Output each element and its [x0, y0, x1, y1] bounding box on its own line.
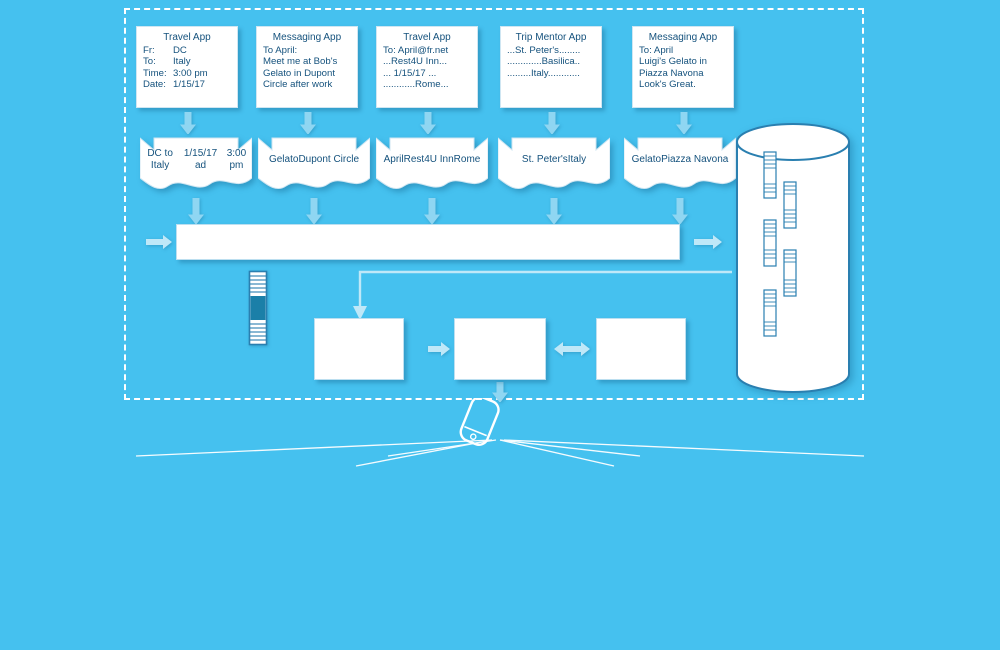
app-card-row: To: Italy	[143, 56, 231, 68]
app-card-line: ...St. Peter's........	[507, 44, 581, 56]
app-card-line: Look's Great.	[639, 79, 696, 91]
app-card-line: To: April	[639, 44, 674, 56]
app-card-messaging-1: Messaging App To April: Meet me at Bob's Ge…	[256, 26, 358, 108]
ribbon-dc-to-italy: DC to Italy 1/15/17 ad 3:00 pm	[140, 134, 252, 196]
arrow-down	[300, 112, 316, 134]
app-card-key: Fr:	[143, 44, 155, 56]
ribbon-april-rest4u: April Rest4U Inn Rome	[376, 134, 488, 196]
app-card-header: Messaging App	[648, 32, 718, 43]
arrow-down	[544, 112, 560, 134]
app-card-key: Time:	[143, 67, 167, 79]
app-card-key: To:	[143, 56, 156, 68]
app-card-line: .........Italy............	[507, 67, 580, 79]
ribbon-gelato-dupont: Gelato Dupont Circle	[258, 134, 370, 196]
app-card-line: ... 1/15/17 ...	[383, 67, 437, 79]
ribbon-st-peters: St. Peter's Italy	[498, 134, 610, 196]
arrow-down	[188, 198, 204, 224]
arrow-down	[306, 198, 322, 224]
app-card-travel-2: Travel App To: April@fr.net ...Rest4U Inn.…	[376, 26, 478, 108]
app-card-messaging-2: Messaging App To: April Luigi's Gelato in P…	[632, 26, 734, 108]
app-card-key: Date:	[143, 79, 166, 91]
app-card-travel-1: Travel App Fr: DC To: Italy Time: 3:00 pm Date:…	[136, 26, 238, 108]
app-card-trip-mentor: Trip Mentor App ...St. Peter's...........…	[500, 26, 602, 108]
app-card-line: ...Rest4U Inn...	[383, 56, 447, 68]
output-fan	[0, 395, 1000, 478]
app-card-line: Meet me at Bob's	[263, 56, 338, 68]
app-card-header: Travel App	[163, 32, 211, 43]
query-vector-strip	[248, 270, 268, 346]
app-card-row: Time: 3:00 pm	[143, 68, 231, 80]
app-card-row: Date: 1/15/17	[143, 79, 231, 91]
arrow-down	[546, 198, 562, 224]
arrow-right	[428, 341, 450, 357]
app-card-line: ............Rome...	[383, 79, 449, 91]
app-card-value: 1/15/17	[173, 79, 206, 91]
arrow-down	[180, 112, 196, 134]
vector-similarity-unit[interactable]	[314, 318, 404, 380]
vector-generation-unit[interactable]	[176, 224, 680, 260]
ribbon-gelato-navona: Gelato Piazza Navona	[624, 134, 736, 196]
app-card-value: DC	[173, 44, 187, 56]
cloud-interface-unit[interactable]	[596, 318, 686, 380]
arrow-right	[694, 234, 722, 250]
arrow-down	[676, 112, 692, 134]
app-card-value: Italy	[173, 56, 191, 68]
app-card-line: Piazza Navona	[639, 67, 704, 79]
app-card-header: Trip Mentor App	[515, 32, 587, 43]
diagram-canvas: Travel App Fr: DC To: Italy Time: 3:00 pm Date:…	[0, 0, 1000, 650]
app-card-value: 3:00 pm	[173, 67, 208, 79]
arrow-right	[146, 234, 172, 250]
arrow-down	[420, 112, 436, 134]
vector-database-cylinder	[734, 122, 852, 394]
app-card-line: Circle after work	[263, 79, 333, 91]
user-interface-generation-unit[interactable]	[454, 318, 546, 380]
arrow-down	[424, 198, 440, 224]
arrow-down	[672, 198, 688, 224]
app-card-line: Luigi's Gelato in	[639, 56, 707, 68]
app-card-line: Gelato in Dupont	[263, 67, 335, 79]
app-card-row: Fr: DC	[143, 45, 231, 57]
app-card-line: To April:	[263, 44, 298, 56]
arrow-bidirectional	[554, 341, 590, 357]
app-card-line: To: April@fr.net	[383, 44, 449, 56]
app-card-header: Travel App	[403, 32, 451, 43]
app-card-line: .............Basilica..	[507, 56, 581, 68]
app-card-header: Messaging App	[272, 32, 342, 43]
